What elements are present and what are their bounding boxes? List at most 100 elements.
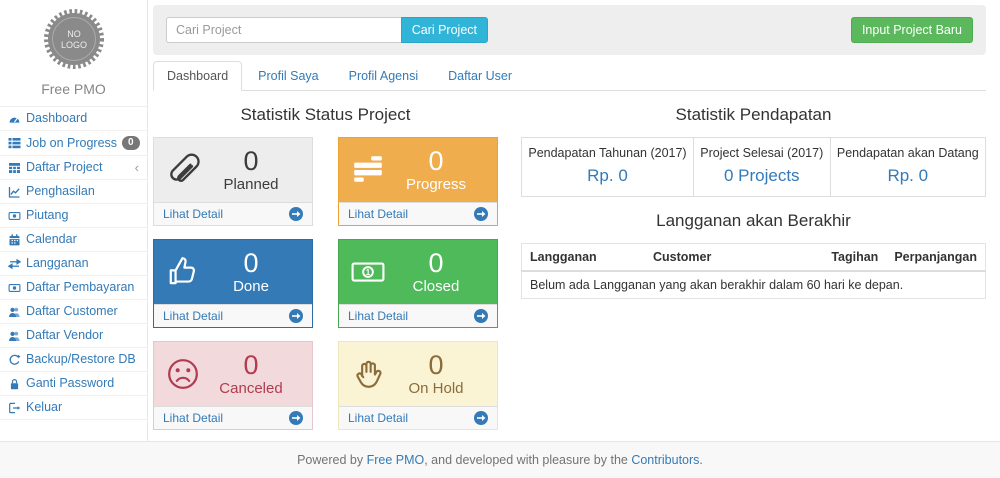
status-count: 0 — [206, 248, 296, 278]
lihat-detail-label: Lihat Detail — [163, 207, 223, 221]
retweet-icon — [8, 258, 21, 270]
status-card-stats: 0 Canceled — [206, 350, 302, 398]
dashboard-content: Statistik Status Project 0 Planned — [153, 91, 986, 441]
sidebar-item-langganan[interactable]: Langganan — [0, 252, 147, 276]
lihat-detail-link[interactable]: Lihat Detail — [154, 304, 312, 327]
sidebar-item-ganti-password[interactable]: Ganti Password — [0, 372, 147, 396]
brand: NO LOGO Free PMO — [0, 0, 147, 107]
status-count: 0 — [391, 350, 481, 380]
footer-link-free-pmo[interactable]: Free PMO — [367, 453, 425, 467]
sidebar-item-backup-restore[interactable]: Backup/Restore DB — [0, 348, 147, 372]
status-card-body: 0 Done — [154, 240, 312, 304]
sidebar-item-label: Daftar Customer — [26, 305, 118, 318]
search-input[interactable] — [166, 17, 401, 43]
status-card-progress: 0 Progress Lihat Detail — [338, 137, 498, 226]
chevron-left-icon: ‹ — [135, 163, 139, 173]
arrow-circle-right-icon — [474, 411, 488, 425]
footer-text-prefix: Powered by — [297, 453, 366, 467]
sidebar-item-daftar-vendor[interactable]: Daftar Vendor — [0, 324, 147, 348]
income-section-title: Statistik Pendapatan — [521, 105, 986, 125]
status-card-stats: 0 Done — [206, 248, 302, 296]
tab-profil-agensi[interactable]: Profil Agensi — [335, 61, 432, 91]
lihat-detail-link[interactable]: Lihat Detail — [339, 406, 497, 429]
sidebar-item-label: Dashboard — [26, 112, 87, 125]
page-footer: Powered by Free PMO, and developed with … — [0, 441, 1000, 478]
tab-bar: Dashboard Profil Saya Profil Agensi Daft… — [153, 61, 986, 91]
svg-text:LOGO: LOGO — [60, 40, 86, 50]
stat-label: Project Selesai (2017) — [700, 146, 824, 160]
status-card-body: 1 0 Closed — [339, 240, 497, 304]
sidebar-item-piutang[interactable]: Piutang — [0, 204, 147, 228]
arrow-circle-right-icon — [474, 207, 488, 221]
chart-line-icon — [8, 186, 21, 198]
arrow-circle-right-icon — [289, 309, 303, 323]
svg-text:NO: NO — [67, 29, 81, 39]
lihat-detail-label: Lihat Detail — [348, 309, 408, 323]
sidebar-item-penghasilan[interactable]: Penghasilan — [0, 180, 147, 204]
status-cards-grid: 0 Planned Lihat Detail — [153, 137, 498, 430]
footer-text-middle: , and developed with pleasure by the — [424, 453, 631, 467]
status-section-title: Statistik Status Project — [153, 105, 498, 125]
sidebar-item-label: Ganti Password — [26, 377, 114, 390]
tab-profil-saya[interactable]: Profil Saya — [244, 61, 332, 91]
sidebar-item-label: Calendar — [26, 233, 77, 246]
stat-cell-projects-done: Project Selesai (2017) 0 Projects — [693, 138, 830, 197]
stat-value: 0 Projects — [700, 166, 824, 186]
status-card-stats: 0 On Hold — [391, 350, 487, 398]
sidebar-item-calendar[interactable]: Calendar — [0, 228, 147, 252]
lihat-detail-label: Lihat Detail — [348, 411, 408, 425]
status-card-closed: 1 0 Closed Lihat Detail — [338, 239, 498, 328]
subscription-empty-row: Belum ada Langganan yang akan berakhir d… — [522, 271, 986, 299]
new-project-button[interactable]: Input Project Baru — [851, 17, 973, 43]
search-button[interactable]: Cari Project — [401, 17, 488, 43]
subscription-table: Langganan Customer Tagihan Perpanjangan … — [521, 243, 986, 299]
brand-name: Free PMO — [0, 81, 147, 97]
sidebar-item-label: Keluar — [26, 401, 62, 414]
status-card-stats: 0 Planned — [206, 146, 302, 194]
lock-icon — [8, 378, 21, 390]
status-card-planned: 0 Planned Lihat Detail — [153, 137, 313, 226]
sidebar-item-dashboard[interactable]: Dashboard — [0, 107, 147, 131]
project-search-group: Cari Project — [166, 17, 488, 43]
status-count: 0 — [391, 248, 481, 278]
logo-text-line2: LOGO — [60, 40, 86, 50]
footer-link-contributors[interactable]: Contributors — [631, 453, 699, 467]
status-label: Closed — [391, 278, 481, 296]
main-content: Cari Project Input Project Baru Dashboar… — [148, 0, 1000, 441]
sidebar-item-label: Penghasilan — [26, 185, 95, 198]
tab-daftar-user[interactable]: Daftar User — [434, 61, 526, 91]
sidebar-item-label: Langganan — [26, 257, 89, 270]
sidebar-item-label: Daftar Project — [26, 161, 102, 174]
sidebar-item-job-on-progress[interactable]: Job on Progress 0 — [0, 131, 147, 156]
sidebar-item-daftar-customer[interactable]: Daftar Customer — [0, 300, 147, 324]
sidebar-nav: Dashboard Job on Progress 0 Daftar Proje… — [0, 107, 147, 420]
lihat-detail-link[interactable]: Lihat Detail — [154, 406, 312, 429]
status-label: Canceled — [206, 380, 296, 398]
dashboard-icon — [8, 113, 21, 125]
sidebar-item-keluar[interactable]: Keluar — [0, 396, 147, 420]
lihat-detail-link[interactable]: Lihat Detail — [154, 202, 312, 225]
lihat-detail-link[interactable]: Lihat Detail — [339, 304, 497, 327]
tab-dashboard[interactable]: Dashboard — [153, 61, 242, 91]
tasks-icon — [351, 153, 391, 187]
status-card-canceled: 0 Canceled Lihat Detail — [153, 341, 313, 430]
thumbs-up-icon — [166, 255, 206, 289]
lihat-detail-label: Lihat Detail — [163, 411, 223, 425]
table-icon — [8, 162, 21, 174]
arrow-circle-right-icon — [474, 309, 488, 323]
lihat-detail-link[interactable]: Lihat Detail — [339, 202, 497, 225]
paperclip-icon — [166, 153, 206, 187]
money-bill-icon: 1 — [351, 255, 391, 289]
users-icon — [8, 330, 21, 342]
column-header-customer: Customer — [645, 244, 823, 272]
sidebar-item-daftar-project[interactable]: Daftar Project ‹ — [0, 156, 147, 180]
status-card-body: 0 On Hold — [339, 342, 497, 406]
stat-cell-upcoming-income: Pendapatan akan Datang Rp. 0 — [830, 138, 985, 197]
stat-value: Rp. 0 — [528, 166, 687, 186]
sidebar-item-daftar-pembayaran[interactable]: Daftar Pembayaran — [0, 276, 147, 300]
sidebar-item-label: Daftar Pembayaran — [26, 281, 134, 294]
lihat-detail-label: Lihat Detail — [163, 309, 223, 323]
status-card-on-hold: 0 On Hold Lihat Detail — [338, 341, 498, 430]
income-section: Statistik Pendapatan Pendapatan Tahunan … — [498, 91, 986, 441]
status-label: Done — [206, 278, 296, 296]
